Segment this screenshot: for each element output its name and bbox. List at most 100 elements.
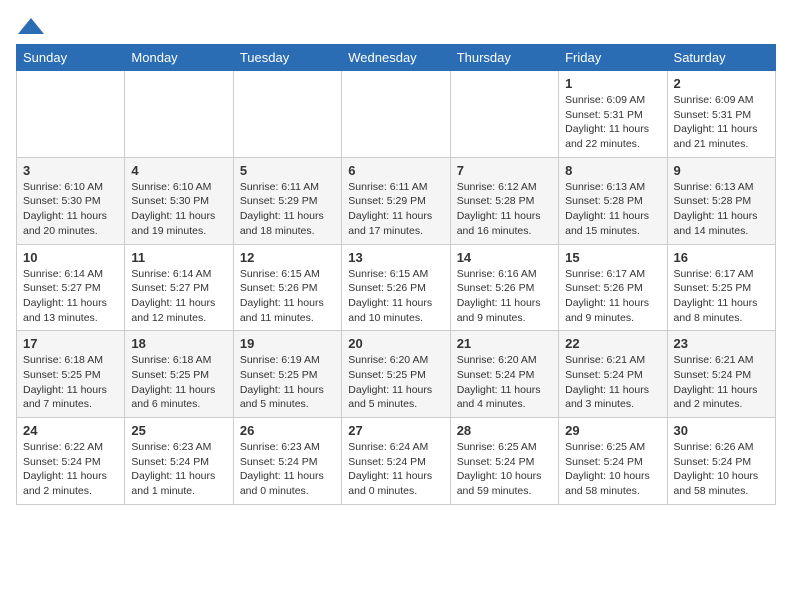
calendar-cell: 28Sunrise: 6:25 AM Sunset: 5:24 PM Dayli…: [450, 418, 558, 505]
day-info: Sunrise: 6:18 AM Sunset: 5:25 PM Dayligh…: [131, 353, 226, 412]
calendar-cell: 23 Sunrise: 6:21 AM Sunset: 5:24 PM Dayli…: [667, 331, 775, 418]
day-number: 8: [565, 163, 660, 178]
calendar-cell: [17, 71, 125, 158]
day-number: 4: [131, 163, 226, 178]
calendar-cell: 24 Sunrise: 6:22 AM Sunset: 5:24 PM Dayli…: [17, 418, 125, 505]
day-info: Sunrise: 6:17 AM Sunset: 5:26 PM Dayligh…: [565, 267, 660, 326]
day-number: 12: [240, 250, 335, 265]
day-number: 19: [240, 336, 335, 351]
day-info: Sunrise: 6:14 AM Sunset: 5:27 PM Dayligh…: [23, 267, 118, 326]
weekday-header-sunday: Sunday: [17, 45, 125, 71]
day-info: Sunrise: 6:21 AM Sunset: 5:24 PM Dayligh…: [565, 353, 660, 412]
weekday-header-tuesday: Tuesday: [233, 45, 341, 71]
calendar-week-2: 10 Sunrise: 6:14 AM Sunset: 5:27 PM Dayli…: [17, 244, 776, 331]
weekday-header-thursday: Thursday: [450, 45, 558, 71]
day-info: Sunrise: 6:20 AM Sunset: 5:25 PM Dayligh…: [348, 353, 443, 412]
day-info: Sunrise: 6:18 AM Sunset: 5:25 PM Dayligh…: [23, 353, 118, 412]
calendar-cell: 19 Sunrise: 6:19 AM Sunset: 5:25 PM Dayli…: [233, 331, 341, 418]
calendar-cell: 20 Sunrise: 6:20 AM Sunset: 5:25 PM Dayli…: [342, 331, 450, 418]
day-number: 27: [348, 423, 443, 438]
page-header: [16, 16, 776, 36]
day-number: 17: [23, 336, 118, 351]
day-info: Sunrise: 6:23 AM Sunset: 5:24 PM Dayligh…: [240, 440, 335, 499]
day-info: Sunrise: 6:15 AM Sunset: 5:26 PM Dayligh…: [348, 267, 443, 326]
day-info: Sunrise: 6:24 AM Sunset: 5:24 PM Dayligh…: [348, 440, 443, 499]
day-info: Sunrise: 6:22 AM Sunset: 5:24 PM Dayligh…: [23, 440, 118, 499]
day-info: Sunrise: 6:13 AM Sunset: 5:28 PM Dayligh…: [674, 180, 769, 239]
day-info: Sunrise: 6:26 AM Sunset: 5:24 PM Dayligh…: [674, 440, 769, 499]
calendar-cell: 29 Sunrise: 6:25 AM Sunset: 5:24 PM Dayli…: [559, 418, 667, 505]
day-info: Sunrise: 6:09 AM Sunset: 5:31 PM Dayligh…: [674, 93, 769, 152]
calendar-cell: 8 Sunrise: 6:13 AM Sunset: 5:28 PM Daylig…: [559, 157, 667, 244]
calendar-week-4: 24 Sunrise: 6:22 AM Sunset: 5:24 PM Dayli…: [17, 418, 776, 505]
day-number: 15: [565, 250, 660, 265]
day-number: 9: [674, 163, 769, 178]
day-info: Sunrise: 6:15 AM Sunset: 5:26 PM Dayligh…: [240, 267, 335, 326]
day-info: Sunrise: 6:11 AM Sunset: 5:29 PM Dayligh…: [348, 180, 443, 239]
day-number: 25: [131, 423, 226, 438]
calendar-cell: 27 Sunrise: 6:24 AM Sunset: 5:24 PM Dayli…: [342, 418, 450, 505]
day-number: 24: [23, 423, 118, 438]
calendar-cell: [342, 71, 450, 158]
calendar-cell: 18 Sunrise: 6:18 AM Sunset: 5:25 PM Dayli…: [125, 331, 233, 418]
day-info: Sunrise: 6:23 AM Sunset: 5:24 PM Dayligh…: [131, 440, 226, 499]
day-number: 18: [131, 336, 226, 351]
calendar-cell: 26 Sunrise: 6:23 AM Sunset: 5:24 PM Dayli…: [233, 418, 341, 505]
day-info: Sunrise: 6:13 AM Sunset: 5:28 PM Dayligh…: [565, 180, 660, 239]
calendar-cell: 6 Sunrise: 6:11 AM Sunset: 5:29 PM Daylig…: [342, 157, 450, 244]
logo-icon: [16, 16, 46, 36]
day-number: 13: [348, 250, 443, 265]
calendar-table: SundayMondayTuesdayWednesdayThursdayFrid…: [16, 44, 776, 505]
day-info: Sunrise: 6:10 AM Sunset: 5:30 PM Dayligh…: [23, 180, 118, 239]
day-info: Sunrise: 6:12 AM Sunset: 5:28 PM Dayligh…: [457, 180, 552, 239]
weekday-header-monday: Monday: [125, 45, 233, 71]
day-number: 1: [565, 76, 660, 91]
calendar-cell: [125, 71, 233, 158]
day-number: 29: [565, 423, 660, 438]
day-info: Sunrise: 6:21 AM Sunset: 5:24 PM Dayligh…: [674, 353, 769, 412]
day-info: Sunrise: 6:14 AM Sunset: 5:27 PM Dayligh…: [131, 267, 226, 326]
calendar-cell: 15 Sunrise: 6:17 AM Sunset: 5:26 PM Dayli…: [559, 244, 667, 331]
calendar-cell: 16Sunrise: 6:17 AM Sunset: 5:25 PM Dayli…: [667, 244, 775, 331]
calendar-cell: 22 Sunrise: 6:21 AM Sunset: 5:24 PM Dayli…: [559, 331, 667, 418]
logo: [16, 16, 46, 36]
calendar-cell: 4 Sunrise: 6:10 AM Sunset: 5:30 PM Daylig…: [125, 157, 233, 244]
weekday-header-friday: Friday: [559, 45, 667, 71]
calendar-cell: 25 Sunrise: 6:23 AM Sunset: 5:24 PM Dayli…: [125, 418, 233, 505]
calendar-cell: 21Sunrise: 6:20 AM Sunset: 5:24 PM Dayli…: [450, 331, 558, 418]
day-number: 11: [131, 250, 226, 265]
calendar-cell: 2 Sunrise: 6:09 AM Sunset: 5:31 PM Daylig…: [667, 71, 775, 158]
day-number: 23: [674, 336, 769, 351]
day-number: 14: [457, 250, 552, 265]
calendar-cell: 3 Sunrise: 6:10 AM Sunset: 5:30 PM Daylig…: [17, 157, 125, 244]
calendar-cell: 7 Sunrise: 6:12 AM Sunset: 5:28 PM Daylig…: [450, 157, 558, 244]
day-number: 10: [23, 250, 118, 265]
day-info: Sunrise: 6:25 AM Sunset: 5:24 PM Dayligh…: [457, 440, 552, 499]
calendar-week-3: 17 Sunrise: 6:18 AM Sunset: 5:25 PM Dayli…: [17, 331, 776, 418]
calendar-cell: 9 Sunrise: 6:13 AM Sunset: 5:28 PM Daylig…: [667, 157, 775, 244]
calendar-cell: 17 Sunrise: 6:18 AM Sunset: 5:25 PM Dayli…: [17, 331, 125, 418]
day-info: Sunrise: 6:25 AM Sunset: 5:24 PM Dayligh…: [565, 440, 660, 499]
day-number: 3: [23, 163, 118, 178]
day-number: 2: [674, 76, 769, 91]
day-number: 20: [348, 336, 443, 351]
day-number: 7: [457, 163, 552, 178]
day-info: Sunrise: 6:10 AM Sunset: 5:30 PM Dayligh…: [131, 180, 226, 239]
day-info: Sunrise: 6:09 AM Sunset: 5:31 PM Dayligh…: [565, 93, 660, 152]
day-info: Sunrise: 6:16 AM Sunset: 5:26 PM Dayligh…: [457, 267, 552, 326]
calendar-cell: [233, 71, 341, 158]
day-number: 5: [240, 163, 335, 178]
calendar-cell: 11 Sunrise: 6:14 AM Sunset: 5:27 PM Dayli…: [125, 244, 233, 331]
day-number: 6: [348, 163, 443, 178]
calendar-cell: 1 Sunrise: 6:09 AM Sunset: 5:31 PM Daylig…: [559, 71, 667, 158]
calendar-cell: 14 Sunrise: 6:16 AM Sunset: 5:26 PM Dayli…: [450, 244, 558, 331]
calendar-cell: 30Sunrise: 6:26 AM Sunset: 5:24 PM Dayli…: [667, 418, 775, 505]
day-info: Sunrise: 6:20 AM Sunset: 5:24 PM Dayligh…: [457, 353, 552, 412]
day-number: 16: [674, 250, 769, 265]
day-number: 26: [240, 423, 335, 438]
calendar-cell: 12 Sunrise: 6:15 AM Sunset: 5:26 PM Dayli…: [233, 244, 341, 331]
calendar-cell: 13 Sunrise: 6:15 AM Sunset: 5:26 PM Dayli…: [342, 244, 450, 331]
calendar-week-0: 1 Sunrise: 6:09 AM Sunset: 5:31 PM Daylig…: [17, 71, 776, 158]
day-number: 22: [565, 336, 660, 351]
day-info: Sunrise: 6:19 AM Sunset: 5:25 PM Dayligh…: [240, 353, 335, 412]
